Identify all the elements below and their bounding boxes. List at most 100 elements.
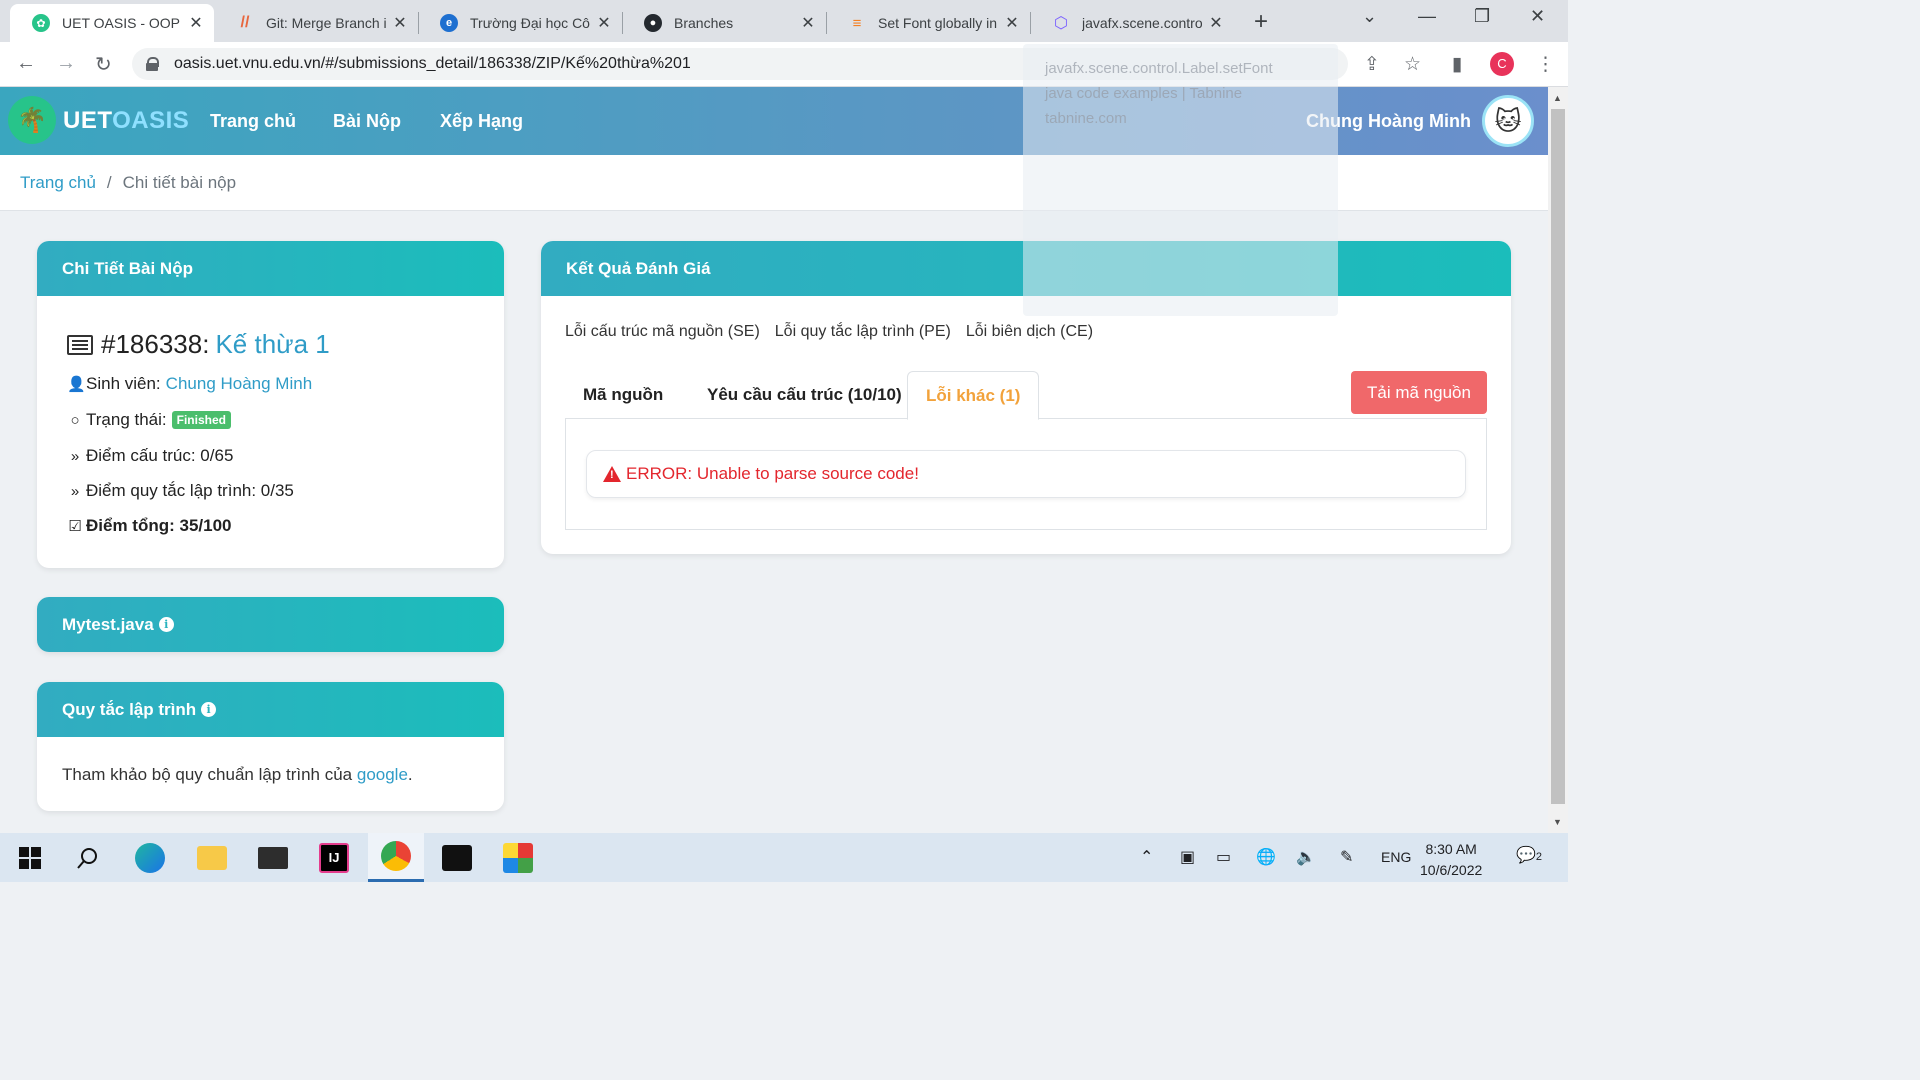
lock-icon[interactable] (146, 57, 159, 71)
taskbar-edge[interactable] (122, 833, 178, 882)
close-tab-icon[interactable]: ✕ (596, 13, 612, 33)
nav-ranking[interactable]: Xếp Hạng (440, 111, 523, 132)
git-favicon-icon: // (240, 14, 250, 31)
checkbox-icon: ☑ (68, 518, 82, 535)
tab-title: Branches (674, 15, 734, 31)
student-label: Sinh viên: (86, 374, 161, 393)
status-circle-icon: ○ (70, 411, 80, 429)
menu-kebab-icon[interactable]: ⋮ (1536, 53, 1555, 76)
breadcrumb-separator: / (106, 172, 112, 192)
browser-tab-git[interactable]: // Git: Merge Branch i ✕ (214, 4, 418, 42)
side-panel-icon[interactable]: ▮ (1452, 53, 1462, 76)
input-language[interactable]: ENG (1381, 849, 1411, 865)
github-favicon-icon: ● (644, 14, 662, 32)
site-logo[interactable]: UETOASIS (63, 107, 189, 135)
double-chevron-icon: » (70, 482, 80, 500)
rules-period: . (407, 765, 413, 784)
error-alert: ! ERROR: Unable to parse source code! (586, 450, 1466, 498)
restore-button[interactable]: ❐ (1474, 6, 1490, 27)
tab-title: javafx.scene.control (1082, 15, 1202, 31)
minimize-button[interactable]: — (1418, 6, 1436, 27)
close-tab-icon[interactable]: ✕ (1208, 13, 1224, 33)
close-tab-icon[interactable]: ✕ (1004, 13, 1020, 33)
meet-now-icon[interactable]: ▣ (1180, 847, 1195, 867)
taskbar-photos[interactable] (429, 833, 485, 882)
taskbar-search-button[interactable] (60, 833, 116, 882)
nav-submissions[interactable]: Bài Nộp (333, 111, 401, 132)
scroll-up-arrow-icon[interactable]: ▲ (1553, 93, 1562, 103)
folder-icon (197, 845, 227, 870)
reload-icon[interactable]: ↻ (95, 52, 112, 77)
google-link[interactable]: google (357, 765, 408, 784)
problem-name-link[interactable]: Kế thừa 1 (215, 329, 329, 360)
show-hidden-icons-chevron-icon[interactable]: ⌃ (1140, 847, 1153, 867)
taskbar-mail[interactable] (245, 833, 301, 882)
forward-arrow-icon[interactable]: → (56, 52, 76, 75)
notification-center-icon[interactable]: 💬2 (1516, 845, 1542, 865)
share-icon[interactable]: ⇪ (1364, 53, 1380, 76)
taskbar-puzzle-app[interactable] (490, 833, 546, 882)
bookmark-star-icon[interactable]: ☆ (1404, 53, 1421, 76)
user-icon: 👤 (67, 376, 86, 393)
link-preview-tooltip: javafx.scene.control.Label.setFont java … (1023, 44, 1338, 316)
scrollbar-thumb[interactable] (1551, 109, 1565, 804)
battery-icon[interactable]: ▭ (1216, 847, 1231, 867)
palm-tree-logo-icon[interactable]: 🌴 (8, 96, 56, 144)
browser-tab-oasis[interactable]: ✿ UET OASIS - OOP A ✕ (10, 4, 214, 42)
tab-source-code[interactable]: Mã nguồn (565, 371, 681, 419)
notification-count: 2 (1535, 851, 1543, 863)
taskbar-intellij[interactable]: IJ (306, 833, 362, 882)
download-source-button[interactable]: Tải mã nguồn (1351, 371, 1487, 414)
status-badge: Finished (171, 411, 231, 429)
legend-se: Lỗi cấu trúc mã nguồn (SE) (565, 323, 760, 340)
file-card[interactable]: Mytest.java i (37, 597, 504, 652)
new-tab-button[interactable]: + (1254, 8, 1268, 36)
breadcrumb-home-link[interactable]: Trang chủ (20, 173, 96, 193)
windows-logo-icon (19, 846, 41, 869)
total-score: Điểm tổng: 35/100 (86, 516, 232, 535)
tab-structure-requirements[interactable]: Yêu cầu cấu trúc (10/10) (689, 371, 920, 419)
browser-tab-tabnine[interactable]: ⬡ javafx.scene.control ✕ (1030, 4, 1234, 42)
nav-home[interactable]: Trang chủ (210, 111, 296, 132)
clock-date: 10/6/2022 (1420, 862, 1483, 878)
close-tab-icon[interactable]: ✕ (800, 13, 816, 33)
tab-search-chevron-icon[interactable]: ⌄ (1362, 6, 1377, 27)
status-label: Trạng thái: (86, 410, 167, 429)
windows-taskbar: IJ ⌃ ▣ ▭ 🌐 🔈 ✎ ENG 8:30 AM 10/6/2022 💬2 (0, 833, 1568, 882)
browser-tab-branches[interactable]: ● Branches ✕ (622, 4, 826, 42)
system-clock[interactable]: 8:30 AM 10/6/2022 (1420, 839, 1482, 881)
info-icon[interactable]: i (158, 617, 174, 632)
browser-tab-university[interactable]: e Trường Đại học Côn ✕ (418, 4, 622, 42)
back-arrow-icon[interactable]: ← (16, 52, 36, 75)
close-window-button[interactable]: ✕ (1530, 6, 1545, 27)
close-tab-icon[interactable]: ✕ (392, 13, 408, 33)
structure-score-row: » Điểm cấu trúc: 0/65 (67, 446, 234, 466)
profile-avatar[interactable]: C (1490, 52, 1514, 76)
preview-domain: tabnine.com (1045, 110, 1127, 127)
status-row: ○ Trạng thái: Finished (67, 410, 231, 430)
mail-icon (258, 846, 288, 869)
search-icon (77, 847, 97, 869)
volume-icon[interactable]: 🔈 (1296, 847, 1316, 867)
card-header[interactable]: Mytest.java i (37, 597, 504, 652)
preview-title: javafx.scene.control.Label.setFont (1045, 60, 1273, 77)
double-chevron-icon: » (70, 447, 80, 465)
rules-description: Tham khảo bộ quy chuẩn lập trình của goo… (62, 765, 413, 785)
taskbar-chrome[interactable] (368, 833, 424, 882)
taskbar-file-explorer[interactable] (184, 833, 240, 882)
close-tab-icon[interactable]: ✕ (188, 13, 204, 33)
url-text[interactable]: oasis.uet.vnu.edu.vn/#/submissions_detai… (174, 55, 691, 73)
student-name-link[interactable]: Chung Hoàng Minh (166, 374, 312, 394)
tab-pane-other-errors: ! ERROR: Unable to parse source code! (565, 418, 1487, 530)
browser-tab-stackoverflow[interactable]: ≡ Set Font globally in ✕ (826, 4, 1030, 42)
page-scrollbar[interactable]: ▲ ▼ (1548, 87, 1568, 833)
tab-other-errors[interactable]: Lỗi khác (1) (907, 371, 1040, 420)
user-avatar[interactable]: 🐱 (1482, 95, 1534, 147)
windows-start-button[interactable] (2, 833, 58, 882)
pen-icon[interactable]: ✎ (1340, 847, 1353, 867)
submission-title: #186338: Kế thừa 1 (67, 329, 330, 360)
scroll-down-arrow-icon[interactable]: ▼ (1553, 817, 1562, 827)
puzzle-icon (503, 842, 533, 873)
info-icon[interactable]: i (201, 702, 217, 717)
network-globe-icon[interactable]: 🌐 (1256, 847, 1276, 867)
